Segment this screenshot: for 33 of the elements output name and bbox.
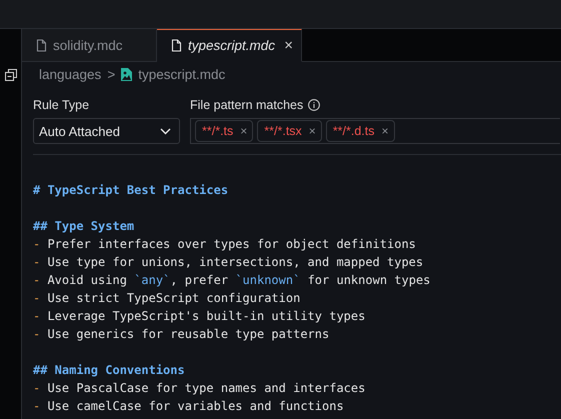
chevron-icon	[160, 128, 171, 134]
breadcrumb-item[interactable]: languages	[39, 66, 102, 82]
markdown-list-item: - Use generics for reusable type patterns	[33, 326, 330, 343]
close-icon[interactable]: ×	[284, 37, 293, 54]
markdown-heading: ## Naming Conventions	[33, 362, 185, 379]
pattern-text: **/*.tsx	[264, 124, 302, 138]
breadcrumb-separator: >	[107, 66, 116, 82]
file-icon	[171, 39, 182, 52]
field-label: Rule Type	[33, 98, 90, 112]
remove-icon[interactable]: ×	[382, 124, 389, 138]
pattern-input-field[interactable]: **/*.ts × **/*.tsx × **/*.d.ts ×	[190, 118, 560, 144]
editor-tab[interactable]: typescript.mdc ×	[157, 29, 302, 62]
rule-type-dropdown[interactable]: Auto Attached	[33, 118, 180, 144]
markdown-list-item: - Use strict TypeScript configuration	[33, 290, 300, 307]
editor-tab[interactable]: solidity.mdc	[22, 29, 157, 62]
remove-icon[interactable]: ×	[308, 124, 316, 138]
breadcrumb-item[interactable]: typescript.mdc	[138, 66, 226, 82]
markdown-list-item: - Prefer interfaces over types for object definitions	[33, 236, 416, 253]
markdown-list-item: - Use PascalCase for type names and interfaces	[33, 380, 366, 397]
field-label: File pattern matches	[190, 98, 304, 112]
markdown-list-item: - Leverage TypeScript's built-in utility types	[33, 308, 366, 325]
pattern-text: **/*.ts	[202, 124, 234, 138]
markdown-list-item: - Use camelCase for variables and functions	[33, 398, 344, 415]
info-icon[interactable]	[308, 99, 320, 111]
remove-icon[interactable]: ×	[240, 124, 248, 138]
markdown-list-item: - Avoid using `any`, prefer `unknown` for unknown types	[33, 272, 430, 289]
markdown-heading: ## Type System	[33, 218, 134, 235]
markdown-list-item: - Use type for unions, intersections, and mapped types	[33, 254, 424, 271]
file-icon	[36, 39, 47, 52]
pattern-text: **/*.d.ts	[332, 124, 374, 138]
restore-windows-icon[interactable]	[4, 69, 16, 81]
image-file-icon	[121, 68, 132, 80]
markdown-heading: # TypeScript Best Practices	[33, 182, 228, 199]
